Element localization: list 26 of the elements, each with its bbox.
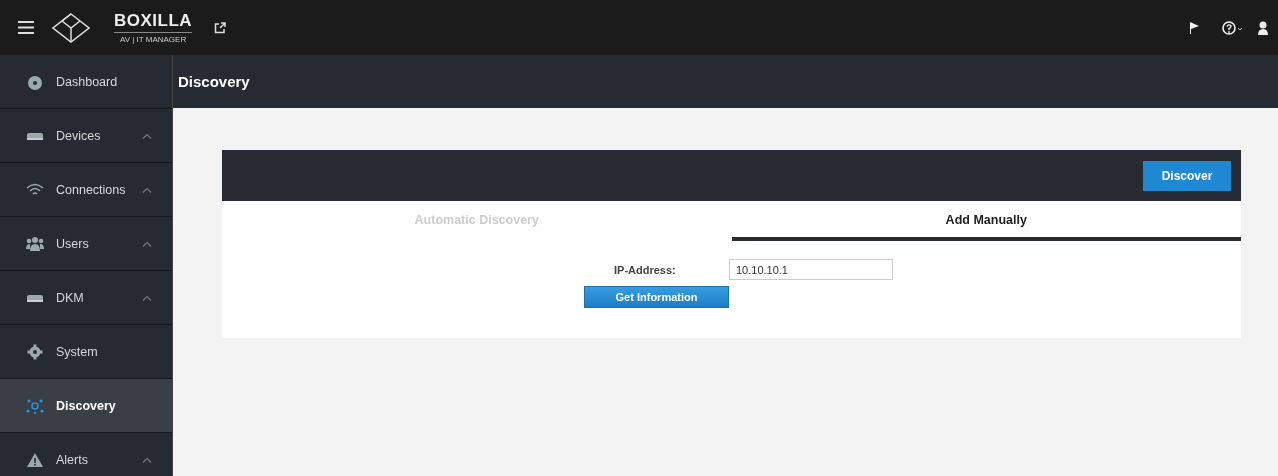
field-label: IP-Address: — [613, 263, 677, 276]
sidebar-icon — [26, 397, 44, 414]
sidebar-item[interactable]: Alerts — [0, 433, 172, 476]
sidebar-item[interactable]: DKM — [0, 271, 172, 325]
get-information-button[interactable]: Get Information — [584, 286, 729, 308]
menu-icon[interactable] — [18, 21, 34, 34]
page-title: Discovery — [178, 73, 250, 90]
discover-button[interactable]: Discover — [1143, 160, 1231, 191]
sidebar-item[interactable]: Devices — [0, 109, 172, 163]
help-icon[interactable] — [1222, 20, 1244, 35]
sidebar-item[interactable]: Users — [0, 217, 172, 271]
sidebar-item[interactable]: Discovery — [0, 379, 172, 433]
sidebar-item[interactable]: Connections — [0, 163, 172, 217]
sidebar-icon — [26, 73, 44, 90]
input-field[interactable]: 10.10.10.1 — [729, 259, 893, 280]
sidebar-item[interactable]: Dashboard — [0, 55, 172, 109]
flag-icon[interactable] — [1189, 21, 1200, 34]
logo-title: BOXILLA — [114, 11, 193, 33]
external-link-icon[interactable] — [214, 21, 227, 34]
sidebar-icon — [26, 451, 44, 468]
logo-icon — [52, 12, 90, 43]
user-icon[interactable] — [1258, 20, 1268, 35]
tab[interactable]: Add Manually — [731, 201, 1241, 241]
sidebar-icon — [26, 235, 44, 252]
sidebar-icon — [26, 343, 44, 360]
logo-subtitle: AV | IT MANAGER — [119, 35, 187, 44]
